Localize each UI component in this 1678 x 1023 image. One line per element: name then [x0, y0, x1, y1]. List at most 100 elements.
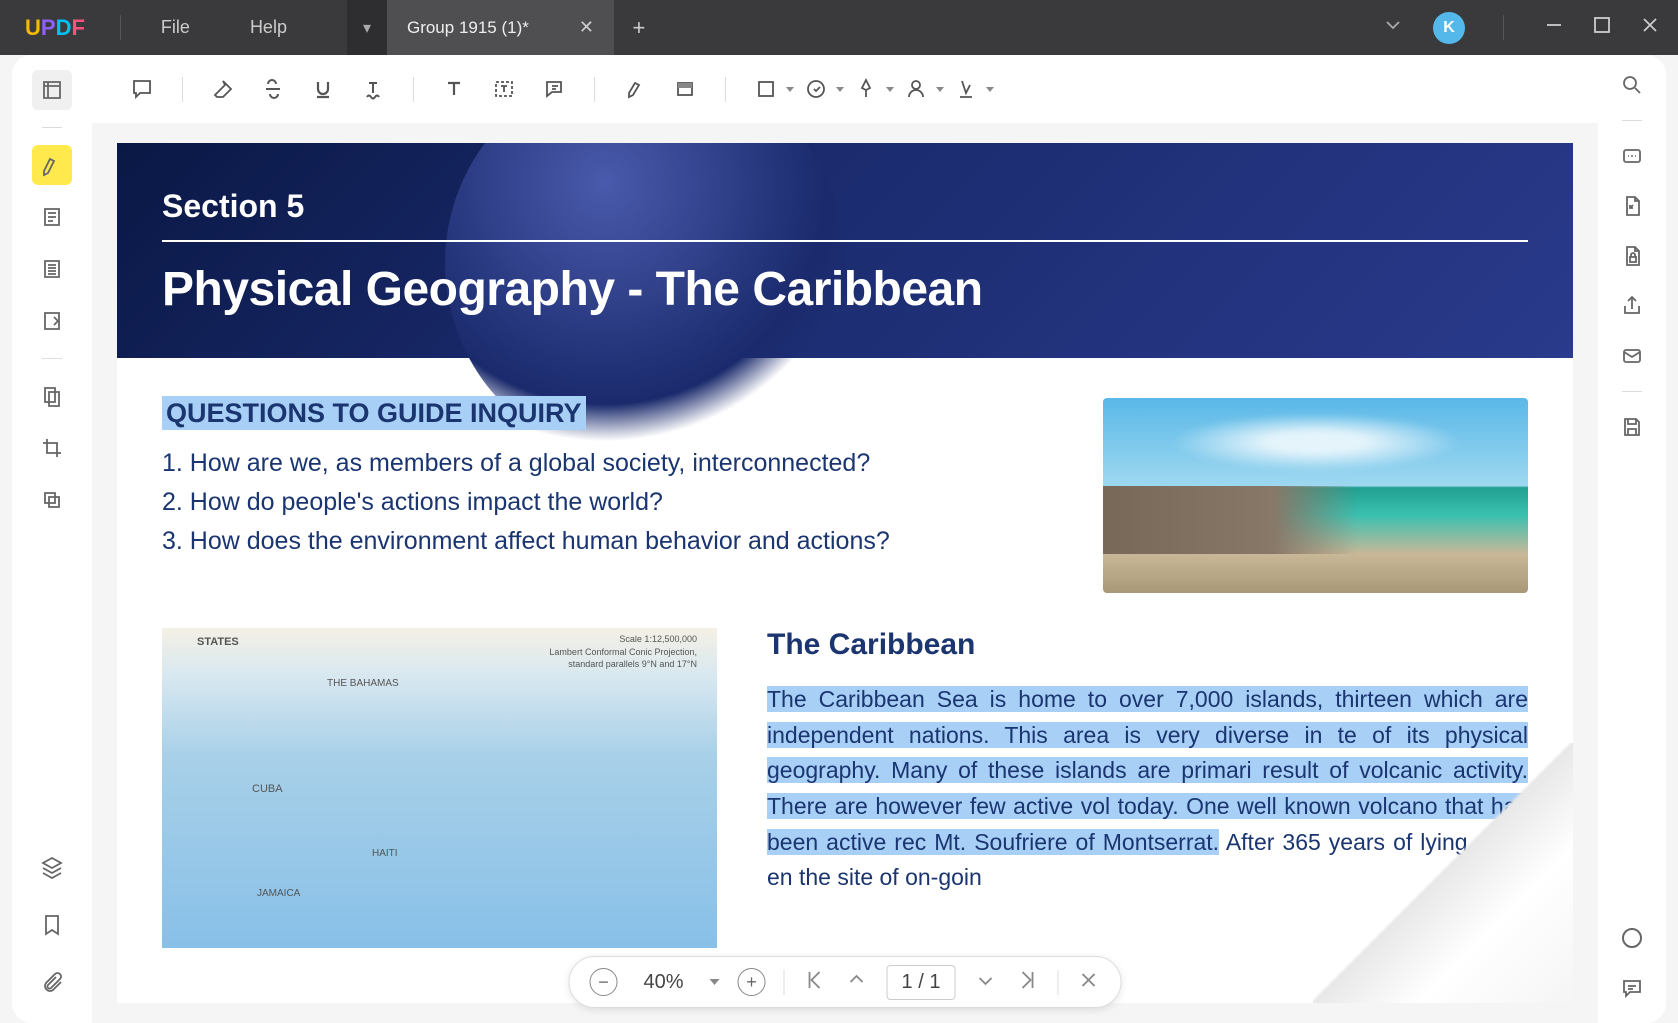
signature-tool-icon[interactable] [946, 69, 986, 109]
bookmark-icon[interactable] [32, 905, 72, 945]
maximize-button[interactable] [1590, 13, 1610, 42]
close-icon[interactable]: ✕ [579, 17, 594, 38]
edit-page-icon[interactable] [32, 301, 72, 341]
prev-page-button[interactable] [845, 968, 869, 997]
separator [182, 77, 183, 102]
caribbean-map-image: STATES THE BAHAMAS CUBA JAMAICA HAITI Sc… [162, 628, 717, 948]
active-tab[interactable]: Group 1915 (1)* ✕ [387, 0, 614, 55]
menu-help[interactable]: Help [220, 17, 317, 38]
ai-assistant-icon[interactable] [1617, 923, 1647, 953]
window-controls: K [1381, 12, 1678, 44]
separator [594, 77, 595, 102]
minimize-button[interactable] [1542, 13, 1562, 42]
page-title: Physical Geography - The Caribbean [162, 262, 1528, 317]
highlighter-tool-icon[interactable] [32, 145, 72, 185]
textbox-tool-icon[interactable] [484, 69, 524, 109]
convert-icon[interactable] [1617, 191, 1647, 221]
reader-mode-icon[interactable] [32, 70, 72, 110]
titlebar: UPDF File Help ▾ Group 1915 (1)* ✕ + K [0, 0, 1678, 55]
zoom-out-button[interactable]: − [590, 968, 618, 996]
questions-list: 1. How are we, as members of a global so… [162, 444, 1063, 560]
text-tool-icon[interactable] [434, 69, 474, 109]
separator [1503, 15, 1504, 40]
new-tab-button[interactable]: + [614, 0, 664, 55]
body-row-2: STATES THE BAHAMAS CUBA JAMAICA HAITI Sc… [162, 628, 1528, 948]
stamp-tool-icon[interactable] [796, 69, 836, 109]
left-sidebar [12, 55, 92, 1023]
questions-row: QUESTIONS TO GUIDE INQUIRY 1. How are we… [162, 398, 1528, 593]
shape-tool-icon[interactable] [746, 69, 786, 109]
squiggly-tool-icon[interactable] [353, 69, 393, 109]
separator [1622, 120, 1642, 121]
article-block: The Caribbean The Caribbean Sea is home … [767, 628, 1528, 948]
ocr-icon[interactable] [1617, 141, 1647, 171]
layers-icon[interactable] [32, 847, 72, 887]
main-area: Section 5 Physical Geography - The Carib… [12, 55, 1666, 1023]
page-view-icon[interactable] [32, 249, 72, 289]
scale-text: standard parallels 9°N and 17°N [549, 658, 697, 671]
strikethrough-tool-icon[interactable] [253, 69, 293, 109]
content-area: Section 5 Physical Geography - The Carib… [92, 55, 1598, 1023]
share-icon[interactable] [1617, 291, 1647, 321]
zoom-in-button[interactable]: + [738, 968, 766, 996]
protect-icon[interactable] [1617, 241, 1647, 271]
question-item: 2. How do people's actions impact the wo… [162, 483, 1063, 522]
app-logo: UPDF [0, 15, 110, 41]
page-body: QUESTIONS TO GUIDE INQUIRY 1. How are we… [117, 358, 1573, 988]
chat-icon[interactable] [1617, 973, 1647, 1003]
beach-image [1103, 398, 1528, 593]
area-highlight-tool-icon[interactable] [665, 69, 705, 109]
last-page-button[interactable] [1015, 968, 1039, 997]
map-label: CUBA [252, 783, 283, 795]
first-page-button[interactable] [803, 968, 827, 997]
save-icon[interactable] [1617, 412, 1647, 442]
underline-tool-icon[interactable] [303, 69, 343, 109]
callout-tool-icon[interactable] [534, 69, 574, 109]
pdf-page: Section 5 Physical Geography - The Carib… [117, 143, 1573, 1003]
close-button[interactable] [1638, 13, 1658, 42]
zoom-dropdown-icon[interactable] [710, 979, 720, 985]
highlight-tool-icon[interactable] [615, 69, 655, 109]
close-bar-button[interactable] [1076, 968, 1100, 997]
user-avatar[interactable]: K [1433, 12, 1465, 44]
watermark-icon[interactable] [32, 480, 72, 520]
right-sidebar-bottom [1617, 923, 1647, 1023]
questions-block: QUESTIONS TO GUIDE INQUIRY 1. How are we… [162, 398, 1063, 560]
separator [413, 77, 414, 102]
organize-pages-icon[interactable] [32, 376, 72, 416]
pin-tool-icon[interactable] [846, 69, 886, 109]
chevron-down-icon[interactable] [1381, 13, 1405, 42]
separator [1622, 391, 1642, 392]
header-divider [162, 240, 1528, 242]
separator [725, 77, 726, 102]
map-scale: Scale 1:12,500,000 Lambert Conformal Con… [549, 633, 697, 671]
search-icon[interactable] [1617, 70, 1647, 100]
zoom-level[interactable]: 40% [636, 971, 692, 994]
scale-text: Scale 1:12,500,000 [549, 633, 697, 646]
edit-text-icon[interactable] [32, 197, 72, 237]
document-view[interactable]: Section 5 Physical Geography - The Carib… [92, 123, 1598, 1023]
map-label: HAITI [372, 848, 398, 859]
question-item: 1. How are we, as members of a global so… [162, 444, 1063, 483]
tab-dropdown[interactable]: ▾ [347, 0, 387, 55]
next-page-button[interactable] [973, 968, 997, 997]
tab-title: Group 1915 (1)* [407, 18, 529, 38]
right-sidebar [1598, 55, 1666, 1023]
page-header: Section 5 Physical Geography - The Carib… [117, 143, 1573, 358]
article-text: The Caribbean Sea is home to over 7,000 … [767, 682, 1528, 896]
crop-icon[interactable] [32, 428, 72, 468]
separator [784, 970, 785, 995]
map-label: THE BAHAMAS [327, 678, 399, 689]
section-label: Section 5 [162, 188, 1528, 225]
tab-area: ▾ Group 1915 (1)* ✕ + [347, 0, 664, 55]
attachment-icon[interactable] [32, 963, 72, 1003]
email-icon[interactable] [1617, 341, 1647, 371]
map-label: JAMAICA [257, 888, 300, 899]
separator [1057, 970, 1058, 995]
stamp-user-icon[interactable] [896, 69, 936, 109]
comment-tool-icon[interactable] [122, 69, 162, 109]
eraser-tool-icon[interactable] [203, 69, 243, 109]
left-sidebar-bottom [32, 847, 72, 1023]
menu-file[interactable]: File [131, 17, 220, 38]
page-indicator[interactable]: 1 / 1 [887, 965, 956, 1000]
